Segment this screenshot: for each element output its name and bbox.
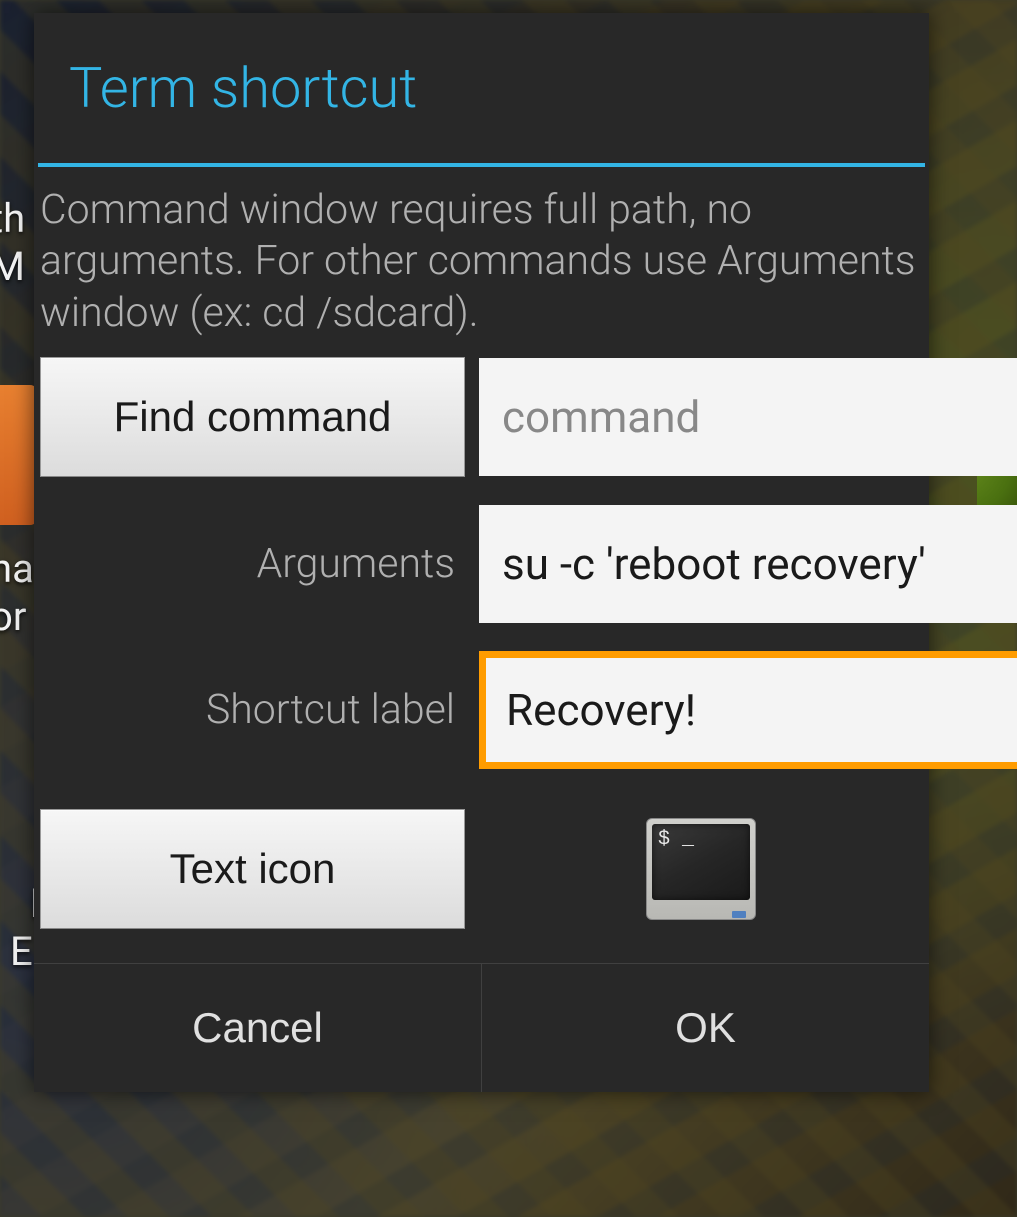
bg-icon-fragment [0,385,38,525]
text-icon-button[interactable]: Text icon [40,809,465,929]
dialog-title: Term shortcut [34,13,929,163]
arguments-label: Arguments [40,540,465,588]
dialog-button-bar: Cancel OK [34,964,929,1092]
terminal-prompt-icon: $ _ [658,828,694,851]
ok-button[interactable]: OK [481,964,929,1092]
form-area: Find command Arguments Shortcut label [34,357,929,769]
term-shortcut-dialog: Term shortcut Command window requires fu… [34,13,929,1092]
icon-preview-area: $ _ [479,818,923,920]
bg-text-fragment: th M [0,195,25,291]
find-command-button[interactable]: Find command [40,357,465,477]
command-input[interactable] [479,358,1017,476]
terminal-icon[interactable]: $ _ [646,818,756,920]
arguments-input[interactable] [479,505,1017,623]
icon-row: Text icon $ _ [34,769,929,963]
shortcut-label-label: Shortcut label [40,686,465,734]
shortcut-label-input[interactable] [479,651,1017,769]
help-text: Command window requires full path, no ar… [34,167,929,357]
cancel-button[interactable]: Cancel [34,964,481,1092]
bg-text-fragment: na or [0,545,34,641]
